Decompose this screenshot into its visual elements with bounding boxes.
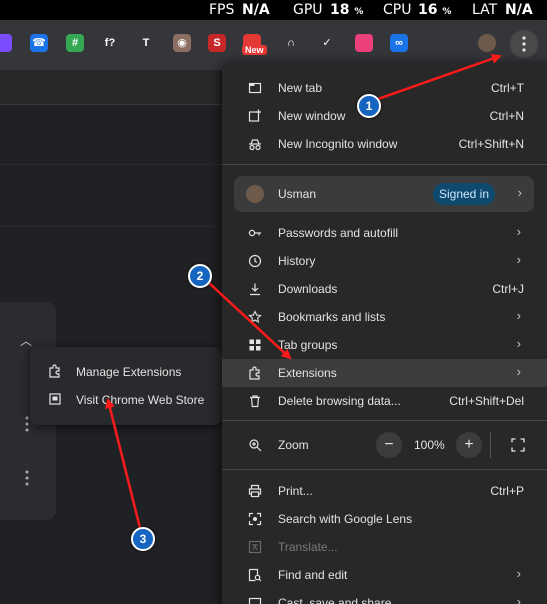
arrow-2: [207, 281, 292, 360]
arrow-1: [377, 53, 502, 101]
step-marker-1: 1: [357, 94, 381, 118]
arrow-3: [105, 398, 142, 529]
step-marker-2: 2: [188, 264, 212, 288]
step-marker-3: 3: [131, 527, 155, 551]
annotation-arrows: [105, 53, 502, 529]
